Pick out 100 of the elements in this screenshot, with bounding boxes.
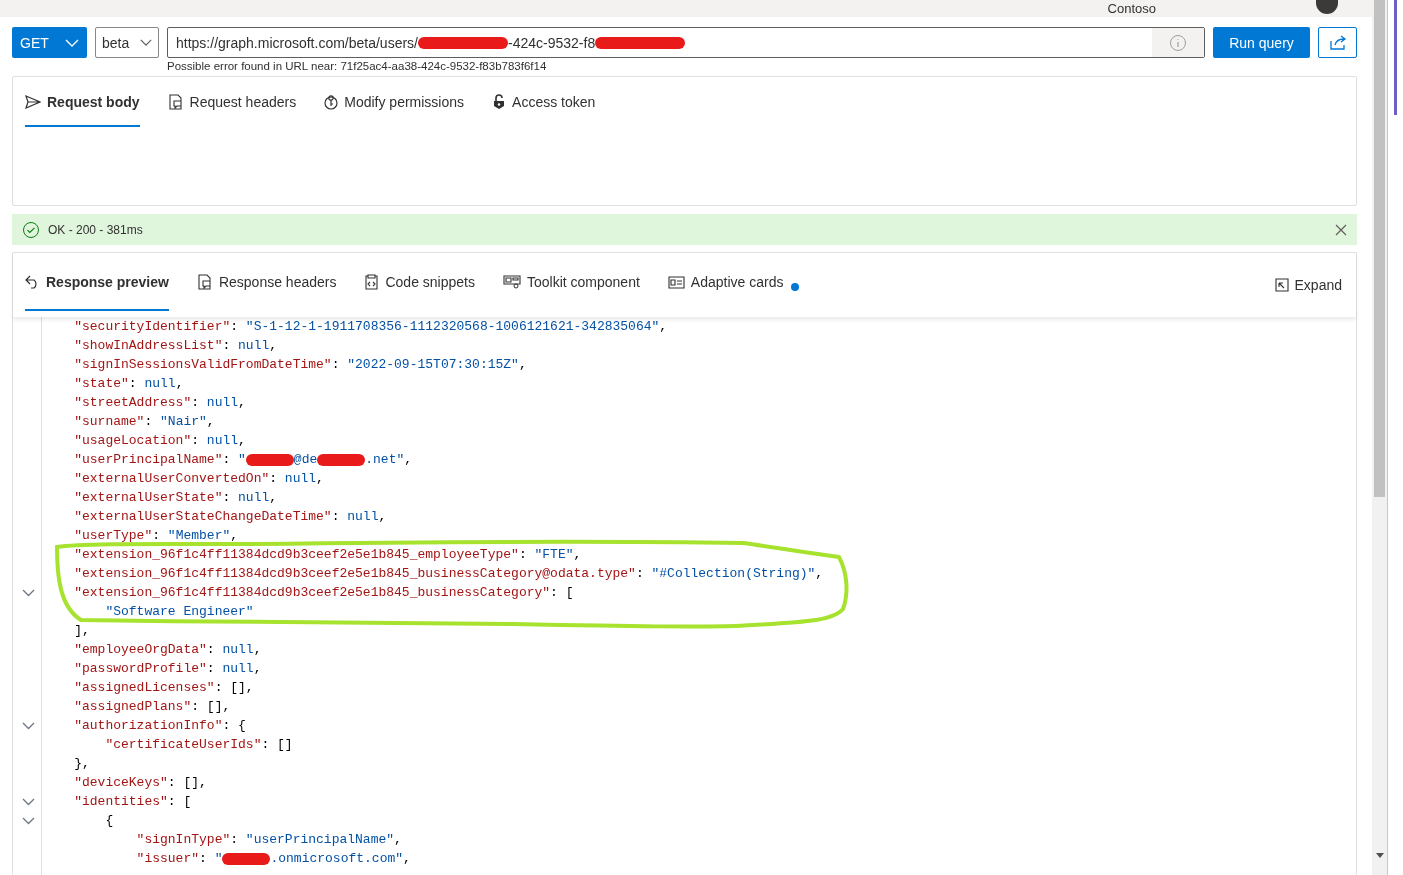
json-key: "deviceKeys" [43,775,168,790]
json-key: "signInSessionsValidFromDateTime" [43,357,332,372]
json-value: @de [293,452,318,467]
json-value: "FTE" [534,547,574,562]
fold-chevron-icon[interactable] [21,797,35,806]
fold-chevron-icon[interactable] [21,816,35,825]
json-punctuation: : [191,395,201,410]
json-key: "issuer" [43,851,200,866]
url-error-hint: Possible error found in URL near: 71f25ac4-aa38-424c-9532-f83b783f6f14 [167,59,548,73]
request-tab[interactable]: Modify permissions [324,77,465,127]
avatar-icon[interactable] [1316,0,1338,14]
json-value: null [238,338,270,353]
fold-chevron-icon[interactable] [21,721,35,730]
json-key: "showInAddressList" [43,338,223,353]
notification-dot [791,283,800,291]
request-tab[interactable]: Access token [492,77,596,127]
method-dropdown[interactable]: GET [12,27,87,58]
json-key: "certificateUserIds" [43,737,262,752]
json-key: "passwordProfile" [43,661,207,676]
response-tab[interactable]: Response headers [196,253,337,311]
json-punctuation: : [331,509,341,524]
chevron-down-icon [65,38,79,47]
json-punctuation: , [518,357,527,372]
send-icon [25,95,41,109]
json-value: null [222,642,254,657]
share-icon [1328,34,1347,51]
json-punctuation: , [269,338,278,353]
json-value: "#Collection(String)" [651,566,816,581]
json-punctuation: : [331,357,341,372]
card-icon [667,275,685,289]
json-value: null [222,661,254,676]
document-icon [196,274,213,290]
json-punctuation: : [230,832,240,847]
response-tab[interactable]: Code snippets [364,253,475,311]
tenant-name: Contoso [1107,1,1156,16]
json-punctuation: , [238,395,246,410]
undo-arrow-icon [25,275,40,289]
json-punctuation: : [144,414,154,429]
url-text: https://graph.microsoft.com/beta/users/ [176,34,418,51]
component-icon [503,275,521,289]
close-icon[interactable] [1335,223,1347,236]
json-punctuation: : [635,566,645,581]
json-punctuation: , [659,319,668,334]
redaction-mark [317,453,366,466]
json-punctuation: , [175,376,184,391]
json-key: "extension_96f1c4ff11384dcd9b3ceef2e5e1b845_employeeType" [43,547,519,562]
run-query-button[interactable]: Run query [1213,27,1310,58]
json-key: "surname" [43,414,145,429]
json-value: "S-1-12-1-1911708356-1112320568-1006121621-342835064" [245,319,660,334]
json-punctuation: : [ [167,794,192,809]
clipboard-code-icon [364,274,380,290]
json-punctuation: }, [73,756,90,771]
scroll-down-arrow-icon[interactable] [1376,853,1384,859]
json-key: "securityIdentifier" [43,319,231,334]
json-punctuation: : [191,433,201,448]
json-key: "employeeOrgData" [43,642,207,657]
response-tab[interactable]: Response preview [25,253,169,311]
json-key: "extension_96f1c4ff11384dcd9b3ceef2e5e1b845_businessCategory@odata.type" [43,566,636,581]
chevron-down-icon [140,39,152,46]
document-icon [167,94,184,110]
request-tab[interactable]: Request body [25,77,140,127]
json-key: "identities" [43,794,168,809]
json-punctuation: : [222,452,232,467]
version-dropdown[interactable]: beta [95,27,159,58]
json-punctuation: , [394,832,402,847]
json-value: " [238,452,246,467]
json-value: null [206,433,239,448]
json-punctuation: : [ [550,585,574,600]
json-punctuation: , [269,490,278,505]
json-punctuation: : [] [261,737,293,752]
url-field[interactable]: https://graph.microsoft.com/beta/users/ -424c-9532-f8 [167,27,1205,58]
json-value: "userPrincipalName" [245,832,395,847]
redaction-mark [245,453,294,466]
json-punctuation: , [253,642,262,657]
json-punctuation: : [206,642,216,657]
redaction-mark [222,852,271,865]
json-value: null [206,395,239,410]
json-punctuation: ], [73,623,90,638]
json-punctuation: : [152,528,162,543]
json-key: "signInType" [43,832,231,847]
json-value: .net" [365,452,405,467]
json-key: "userType" [43,528,153,543]
json-punctuation: : [128,376,138,391]
json-value: " [214,851,223,866]
share-button[interactable] [1318,27,1357,58]
json-punctuation: : [], [214,680,254,695]
json-value: "2022-09-15T07:30:15Z" [347,357,519,372]
scrollbar-thumb[interactable] [1374,0,1385,497]
json-key: "streetAddress" [43,395,192,410]
json-punctuation: , [378,509,387,524]
fold-chevron-icon[interactable] [21,588,35,597]
json-punctuation: , [206,414,215,429]
json-punctuation: , [316,471,324,486]
expand-button[interactable]: Expand [1274,253,1342,317]
request-tab[interactable]: Request headers [167,77,297,127]
json-key: "assignedPlans" [43,699,192,714]
response-tab[interactable]: Adaptive cards [667,253,800,311]
json-punctuation: { [104,813,114,828]
response-tab[interactable]: Toolkit component [503,253,640,311]
success-check-icon [22,220,40,239]
